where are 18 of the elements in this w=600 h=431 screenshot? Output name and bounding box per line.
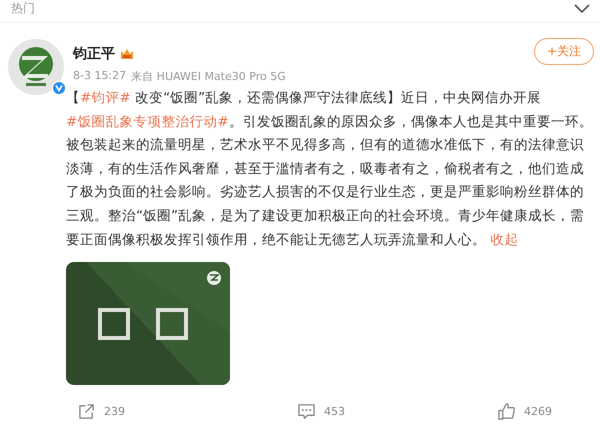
comment-count: 453 — [324, 405, 345, 418]
hashtag-link[interactable]: #饭圈乱象专项整治行动# — [66, 114, 229, 130]
post-text: 【#钧评# 改变“饭圈”乱象，还需偶像严守法律底线】近日，中央网信办开展 #饭圈乱象专项整治行动#。引发饭圈乱象的原因众多，偶像本人也是其中重要一环。被包装起来的流量明星，艺术水平不见得多高，但有的道德水准低下，有的法律意识淡薄，有的生活作风奢靡，甚至于滥情者有之，吸毒者有之，偷税者有之，他们造成了极为负面的社会影响。劣迹艺人损害的不仅是行业生态，更是严重影响粉丝群体的三观。整治“饭圈”乱象，是为了建设更加积极正向的社会环境。青少年健康成长，需要正面偶像积极发挥引领作用，绝不能让无德艺人玩弄流量和人心。 收起 — [66, 89, 594, 250]
chevron-icon[interactable] — [574, 4, 590, 14]
crown-icon — [120, 47, 134, 61]
avatar[interactable] — [8, 39, 64, 95]
author-name[interactable]: 钧正平 — [73, 45, 115, 63]
follow-button[interactable]: +关注 — [534, 38, 594, 65]
thumbs-up-icon[interactable] — [498, 403, 515, 420]
share-icon[interactable] — [78, 403, 95, 420]
comment-icon[interactable] — [298, 403, 315, 420]
repost-count: 239 — [104, 405, 125, 418]
post-source: 来自 HUAWEI Mate30 Pro 5G — [131, 69, 286, 84]
hashtag-link[interactable]: #钧评# — [80, 90, 131, 106]
like-count: 4269 — [524, 405, 552, 418]
collapse-link[interactable]: 收起 — [490, 232, 518, 248]
post-time[interactable]: 8-3 15:27 — [73, 69, 126, 84]
section-title: 热门 — [11, 0, 35, 16]
